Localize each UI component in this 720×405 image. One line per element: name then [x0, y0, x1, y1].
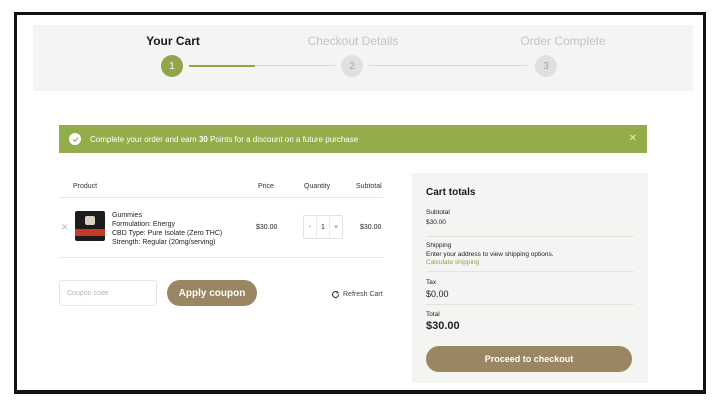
table-divider	[59, 257, 383, 258]
refresh-icon	[331, 290, 340, 299]
product-cbd-type: CBD Type: Pure Isolate (Zero THC)	[112, 230, 223, 237]
quantity-plus-button[interactable]: +	[330, 224, 342, 231]
totals-divider	[426, 236, 634, 237]
step-number-3: 3	[535, 55, 557, 77]
points-notice: Complete your order and earn 30 Points f…	[59, 125, 647, 153]
tax-value: $0.00	[426, 289, 449, 299]
total-label: Total	[426, 311, 440, 318]
header-quantity: Quantity	[304, 183, 331, 190]
page-frame: Your Cart Checkout Details Order Complet…	[14, 12, 706, 394]
proceed-to-checkout-button[interactable]: Proceed to checkout	[426, 346, 632, 372]
product-thumbnail[interactable]	[75, 211, 105, 241]
step-line-2	[369, 65, 527, 66]
table-divider	[59, 197, 383, 198]
total-value: $30.00	[426, 320, 460, 332]
step-line-1	[255, 65, 335, 66]
step-number-1: 1	[161, 55, 183, 77]
item-subtotal: $30.00	[360, 224, 382, 231]
close-notice-icon[interactable]: ✕	[629, 133, 637, 144]
product-strength: Strength: Regular (20mg/serving)	[112, 239, 216, 246]
product-name[interactable]: Gummies	[112, 211, 222, 220]
step-progress-line	[189, 65, 255, 67]
cart-totals-title: Cart totals	[426, 187, 476, 198]
step-label-cart: Your Cart	[146, 34, 200, 48]
notice-points: 30	[198, 134, 208, 144]
tax-label: Tax	[426, 279, 437, 286]
subtotal-label: Subtotal	[426, 209, 450, 216]
header-subtotal: Subtotal	[356, 183, 382, 190]
step-label-checkout-details: Checkout Details	[307, 34, 399, 48]
header-price: Price	[258, 183, 274, 190]
refresh-cart-button[interactable]: Refresh Cart	[331, 290, 383, 299]
refresh-cart-label: Refresh Cart	[343, 291, 383, 298]
shipping-label: Shipping	[426, 242, 452, 249]
header-product: Product	[73, 183, 98, 190]
product-details: Gummies Formulation: Energy CBD Type: Pu…	[112, 211, 222, 247]
coupon-input[interactable]	[59, 280, 157, 306]
subtotal-value: $30.00	[426, 219, 446, 226]
step-label-order-complete: Order Complete	[520, 34, 606, 48]
shipping-text: Enter your address to view shipping opti…	[426, 251, 554, 258]
item-price: $30.00	[256, 224, 278, 231]
remove-item-icon[interactable]: ✕	[61, 222, 69, 233]
product-formulation: Formulation: Energy	[112, 221, 176, 228]
quantity-minus-button[interactable]: -	[304, 224, 316, 231]
calculate-shipping-link[interactable]: Calculate shipping	[426, 259, 479, 266]
check-circle-icon	[69, 133, 81, 145]
apply-coupon-button[interactable]: Apply coupon	[167, 280, 257, 306]
cart-totals-panel: Cart totals Subtotal $30.00 Shipping Ent…	[412, 173, 648, 383]
notice-text: Complete your order and earn 30 Points f…	[90, 134, 359, 144]
totals-divider	[426, 304, 634, 305]
quantity-stepper: - 1 +	[303, 215, 343, 239]
totals-divider	[426, 271, 634, 272]
checkout-progress: Your Cart Checkout Details Order Complet…	[33, 25, 693, 91]
quantity-input[interactable]: 1	[316, 216, 330, 238]
step-number-2: 2	[341, 55, 363, 77]
